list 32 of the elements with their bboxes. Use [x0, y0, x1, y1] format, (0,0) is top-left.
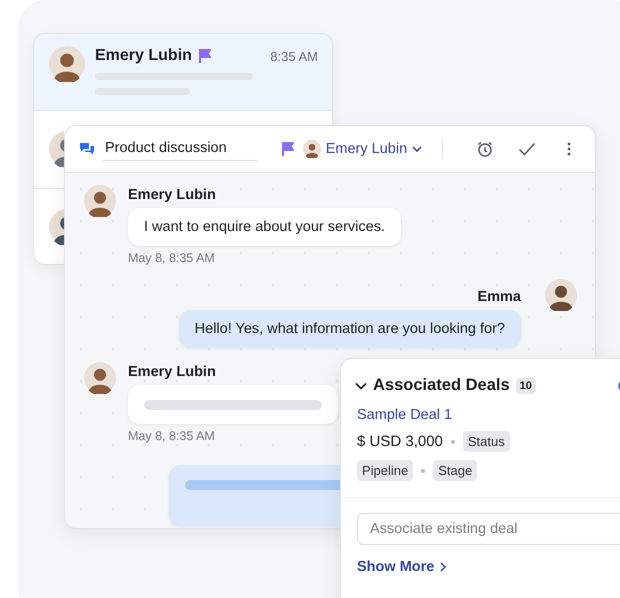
stage-tag: Stage — [433, 460, 478, 481]
sender-name: Emery Lubin — [128, 363, 217, 380]
chat-icon — [79, 142, 95, 156]
deal-search-field[interactable]: Associate existing deal — [357, 513, 620, 545]
sender-name: Emma — [477, 288, 521, 305]
deal-amount: $ USD 3,000 — [357, 433, 443, 450]
avatar — [84, 185, 116, 217]
count-badge: 10 — [516, 378, 536, 394]
show-more-link[interactable]: Show More — [357, 559, 446, 575]
flag-icon — [198, 48, 212, 64]
pipeline-tag: Pipeline — [357, 460, 414, 481]
flag-icon — [280, 141, 295, 157]
chevron-right-icon — [440, 562, 446, 572]
avatar — [545, 279, 577, 311]
contact-name: Emery Lubin — [95, 47, 192, 65]
status-tag: Status — [462, 431, 510, 452]
deal-link[interactable]: Sample Deal 1 — [357, 407, 620, 423]
avatar — [84, 362, 116, 394]
avatar — [302, 140, 321, 158]
caret-icon — [412, 146, 422, 152]
conversation-title[interactable]: Product discussion — [102, 137, 257, 161]
message-bubble: Hello! Yes, what information are you looking for? — [178, 310, 521, 348]
assignee-dropdown[interactable]: Emery Lubin — [302, 140, 422, 158]
message-time: May 8, 8:35 AM — [128, 251, 216, 265]
sender-name: Emery Lubin — [128, 186, 217, 203]
panel-title: Associated Deals — [373, 376, 510, 395]
avatar — [49, 46, 85, 82]
message-time: 8:35 AM — [270, 48, 318, 64]
message-bubble: I want to enquire about your services. — [128, 208, 401, 246]
message-time: May 8, 8:35 AM — [128, 429, 216, 443]
conversation-item[interactable]: Emery Lubin 8:35 AM — [34, 34, 332, 111]
chevron-icon[interactable] — [355, 382, 367, 390]
